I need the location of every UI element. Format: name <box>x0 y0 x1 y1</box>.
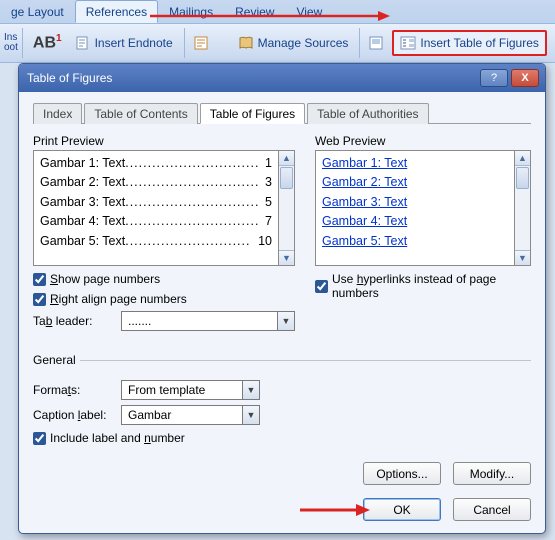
ok-button[interactable]: OK <box>363 498 441 521</box>
modify-button[interactable]: Modify... <box>453 462 531 485</box>
web-link: Gambar 5: Text <box>322 232 508 251</box>
tab-index[interactable]: Index <box>33 103 82 124</box>
include-label-checkbox[interactable] <box>33 432 46 445</box>
preview-row: Gambar 4: Text..........................… <box>40 212 272 231</box>
web-link: Gambar 4: Text <box>322 212 508 231</box>
dialog-body: Index Table of Contents Table of Figures… <box>19 92 545 533</box>
tab-references[interactable]: References <box>75 0 158 23</box>
dialog-tabs: Index Table of Contents Table of Figures… <box>33 102 531 124</box>
print-preview-box: Gambar 1: Text..........................… <box>33 150 279 266</box>
ribbon-bar: Ins oot AB1 Insert Endnote Manage Source… <box>0 23 555 63</box>
scroll-thumb[interactable] <box>280 167 293 189</box>
insert-endnote-label: Insert Endnote <box>95 36 173 50</box>
show-page-numbers-checkbox[interactable] <box>33 273 46 286</box>
print-preview-label: Print Preview <box>33 134 295 148</box>
dialog-title: Table of Figures <box>25 71 477 85</box>
footnote-icon: AB1 <box>33 33 62 52</box>
divider <box>184 28 185 58</box>
general-label: General <box>33 353 80 367</box>
ribbon-tabs: ge Layout References Mailings Review Vie… <box>0 0 555 23</box>
web-preview-box: Gambar 1: Text Gambar 2: Text Gambar 3: … <box>315 150 515 266</box>
manage-sources-button[interactable]: Manage Sources <box>231 31 356 55</box>
include-label-label: Include label and number <box>50 431 185 445</box>
caption-label-label: Caption label: <box>33 408 121 422</box>
caption-label-combo[interactable]: Gambar ▼ <box>121 405 260 425</box>
manage-sources-label: Manage Sources <box>258 36 349 50</box>
web-link: Gambar 1: Text <box>322 154 508 173</box>
dropdown-icon[interactable]: ▼ <box>242 406 259 424</box>
tab-toa[interactable]: Table of Authorities <box>307 103 428 124</box>
scroll-thumb[interactable] <box>516 167 529 189</box>
tab-leader-combo[interactable]: ....... ▼ <box>121 311 295 331</box>
table-of-figures-icon <box>400 35 416 51</box>
dropdown-icon[interactable]: ▼ <box>277 312 294 330</box>
insert-tof-label: Insert Table of Figures <box>420 36 539 50</box>
scroll-down-button[interactable]: ▼ <box>279 250 294 265</box>
tab-review[interactable]: Review <box>224 0 285 23</box>
web-link: Gambar 3: Text <box>322 193 508 212</box>
tab-page-layout[interactable]: ge Layout <box>0 0 75 23</box>
endnote-icon <box>75 35 91 51</box>
use-hyperlinks-checkbox[interactable] <box>315 280 328 293</box>
source-icon <box>193 35 209 51</box>
help-button[interactable]: ? <box>480 69 508 87</box>
dialog-table-of-figures: Table of Figures ? X Index Table of Cont… <box>18 63 546 534</box>
preview-row: Gambar 5: Text..........................… <box>40 232 272 251</box>
web-link: Gambar 2: Text <box>322 173 508 192</box>
right-align-checkbox[interactable] <box>33 293 46 306</box>
insert-table-of-figures-button[interactable]: Insert Table of Figures <box>392 30 547 56</box>
right-align-label: Right align page numbers <box>50 292 187 306</box>
close-button[interactable]: X <box>511 69 539 87</box>
tab-tof[interactable]: Table of Figures <box>200 103 305 124</box>
stub-text2: oot <box>4 43 18 53</box>
general-group: General Formats: From template ▼ Caption… <box>33 353 531 447</box>
tab-leader-value: ....... <box>122 314 277 328</box>
formats-value: From template <box>122 383 242 397</box>
use-hyperlinks-label: Use hyperlinks instead of page numbers <box>332 272 531 300</box>
preview-row: Gambar 2: Text..........................… <box>40 173 272 192</box>
book-icon <box>238 35 254 51</box>
dialog-titlebar: Table of Figures ? X <box>19 64 545 92</box>
scrollbar[interactable]: ▲ ▼ <box>279 150 295 266</box>
preview-row: Gambar 3: Text..........................… <box>40 193 272 212</box>
tab-toc[interactable]: Table of Contents <box>84 103 197 124</box>
formats-combo[interactable]: From template ▼ <box>121 380 260 400</box>
scroll-down-button[interactable]: ▼ <box>515 250 530 265</box>
scroll-up-button[interactable]: ▲ <box>515 151 530 166</box>
scrollbar[interactable]: ▲ ▼ <box>515 150 531 266</box>
caption-icon <box>368 35 384 51</box>
formats-label: Formats: <box>33 383 121 397</box>
divider <box>359 28 360 58</box>
show-page-numbers-label: Show page numbers <box>50 272 160 286</box>
web-preview-label: Web Preview <box>315 134 531 148</box>
tab-leader-label: Tab leader: <box>33 314 121 328</box>
options-button[interactable]: Options... <box>363 462 441 485</box>
tab-mailings[interactable]: Mailings <box>158 0 224 23</box>
cancel-button[interactable]: Cancel <box>453 498 531 521</box>
tab-view[interactable]: View <box>285 0 333 23</box>
preview-row: Gambar 1: Text..........................… <box>40 154 272 173</box>
scroll-up-button[interactable]: ▲ <box>279 151 294 166</box>
divider <box>22 28 23 58</box>
caption-label-value: Gambar <box>122 408 242 422</box>
insert-endnote-button[interactable]: Insert Endnote <box>68 31 180 55</box>
dropdown-icon[interactable]: ▼ <box>242 381 259 399</box>
